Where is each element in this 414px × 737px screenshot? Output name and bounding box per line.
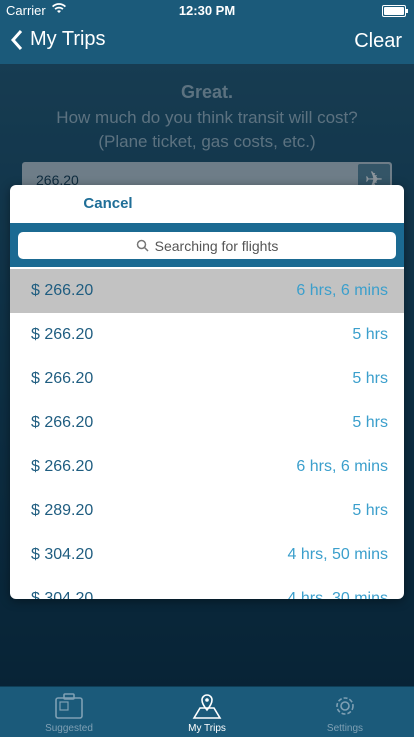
suitcase-icon: [55, 693, 83, 719]
flight-duration: 6 hrs, 6 mins: [296, 282, 388, 299]
tab-label: My Trips: [188, 723, 226, 734]
cancel-button[interactable]: Cancel: [10, 185, 206, 223]
flight-duration: 4 hrs, 50 mins: [287, 546, 388, 563]
search-placeholder: Searching for flights: [154, 237, 279, 254]
status-time: 12:30 PM: [178, 3, 236, 18]
flight-result-row[interactable]: $ 289.20 5 hrs: [10, 489, 404, 533]
flight-duration: 6 hrs, 6 mins: [296, 458, 388, 475]
navigation-bar: My Trips Clear: [0, 20, 414, 64]
back-button-label: My Trips: [30, 28, 106, 50]
tab-my-trips[interactable]: My Trips: [138, 687, 276, 737]
map-pin-icon: [192, 694, 222, 719]
search-bar: Searching for flights: [10, 223, 404, 267]
flight-price: $ 266.20: [31, 370, 94, 387]
flight-price: $ 266.20: [31, 282, 94, 299]
tab-label: Suggested: [45, 723, 93, 734]
flight-result-row[interactable]: $ 266.20 5 hrs: [10, 313, 404, 357]
search-icon: [136, 239, 149, 252]
flight-duration: 4 hrs, 30 mins: [287, 590, 388, 599]
flight-duration: 5 hrs: [352, 326, 388, 343]
flight-result-row[interactable]: $ 266.20 6 hrs, 6 mins: [10, 445, 404, 489]
flight-results-list: $ 266.20 6 hrs, 6 mins $ 266.20 5 hrs $ …: [10, 269, 404, 599]
flight-duration: 5 hrs: [352, 414, 388, 431]
tab-label: Settings: [326, 723, 364, 734]
clear-button[interactable]: Clear: [354, 30, 402, 53]
battery-icon: [382, 5, 408, 17]
flight-search-modal: Cancel Searching for flights $ 266.20 6 …: [10, 185, 404, 599]
back-button[interactable]: My Trips: [10, 28, 106, 51]
flight-result-row[interactable]: $ 266.20 6 hrs, 6 mins: [10, 269, 404, 313]
tab-settings[interactable]: Settings: [276, 687, 414, 737]
chevron-left-icon: [10, 29, 23, 50]
status-bar: Carrier 12:30 PM: [0, 0, 414, 20]
gear-icon: [336, 697, 354, 715]
flight-result-row[interactable]: $ 266.20 5 hrs: [10, 357, 404, 401]
flight-price: $ 266.20: [31, 414, 94, 431]
flight-price: $ 289.20: [31, 502, 94, 519]
flight-price: $ 304.20: [31, 590, 94, 599]
search-input[interactable]: Searching for flights: [18, 232, 396, 259]
flight-price: $ 304.20: [31, 546, 94, 563]
flight-duration: 5 hrs: [352, 502, 388, 519]
flight-price: $ 266.20: [31, 458, 94, 475]
tab-suggested[interactable]: Suggested: [0, 687, 138, 737]
tab-bar: Suggested My Trips Settings: [0, 686, 414, 737]
flight-result-row[interactable]: $ 304.20 4 hrs, 50 mins: [10, 533, 404, 577]
flight-duration: 5 hrs: [352, 370, 388, 387]
flight-result-row[interactable]: $ 304.20 4 hrs, 30 mins: [10, 577, 404, 599]
flight-result-row[interactable]: $ 266.20 5 hrs: [10, 401, 404, 445]
flight-price: $ 266.20: [31, 326, 94, 343]
